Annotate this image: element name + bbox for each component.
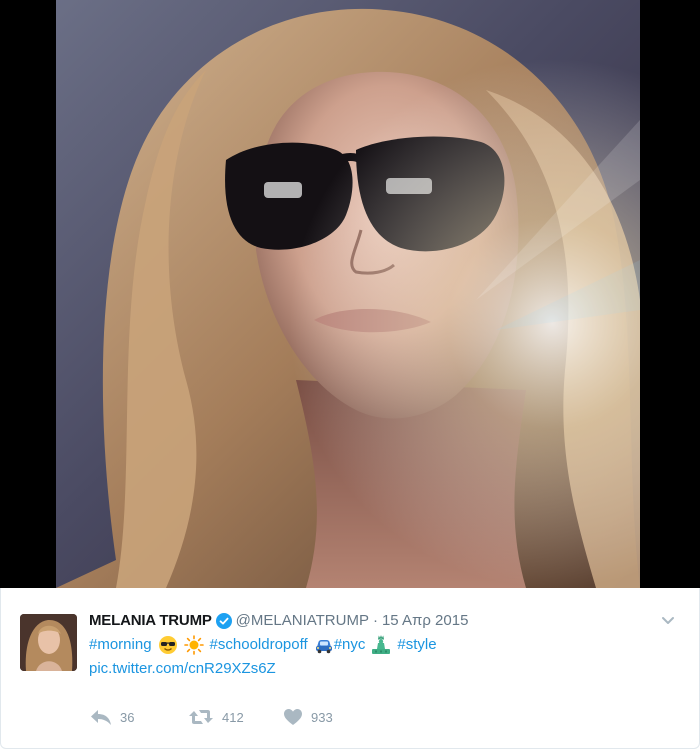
retweet-icon [188, 708, 214, 726]
retweet-count: 412 [222, 709, 244, 725]
retweet-button[interactable]: 412 [188, 708, 283, 726]
meta-separator: · [372, 612, 378, 629]
avatar[interactable] [20, 614, 77, 671]
hashtag-nyc[interactable]: #nyc [334, 635, 366, 655]
sunglasses-emoji-icon [158, 635, 178, 655]
tweet-actions: 36 412 933 [90, 706, 333, 728]
hashtag-morning[interactable]: #morning [89, 635, 152, 655]
display-name[interactable]: MELANIA TRUMP [89, 611, 212, 631]
tweet-text-line: pic.twitter.com/cnR29XZs6Z [89, 659, 276, 679]
car-emoji-icon [314, 635, 334, 655]
chevron-down-icon[interactable] [660, 612, 676, 628]
verified-badge-icon [215, 613, 232, 629]
like-button[interactable]: 933 [283, 708, 333, 726]
pic-link[interactable]: pic.twitter.com/cnR29XZs6Z [89, 659, 276, 679]
sun-emoji-icon [183, 635, 204, 655]
hashtag-style[interactable]: #style [397, 635, 436, 655]
heart-icon [283, 708, 303, 726]
tweet-media[interactable] [0, 0, 700, 588]
like-count: 933 [311, 709, 333, 725]
tweet-date[interactable]: 15 Απρ 2015 [382, 611, 468, 631]
tweet-text-line: #morning #schooldropoff #nyc #style [89, 635, 437, 655]
user-handle[interactable]: @MELANIATRUMP [236, 611, 369, 631]
reply-count: 36 [120, 709, 135, 725]
reply-icon [90, 708, 112, 726]
tweet-photo[interactable] [56, 0, 640, 588]
tweet-header: MELANIA TRUMP @MELANIATRUMP · 15 Απρ 201… [89, 611, 468, 631]
tweet-card: MELANIA TRUMP @MELANIATRUMP · 15 Απρ 201… [0, 0, 700, 750]
reply-button[interactable]: 36 [90, 708, 188, 726]
statue-of-liberty-emoji-icon [371, 635, 391, 655]
hashtag-schooldropoff[interactable]: #schooldropoff [210, 635, 308, 655]
